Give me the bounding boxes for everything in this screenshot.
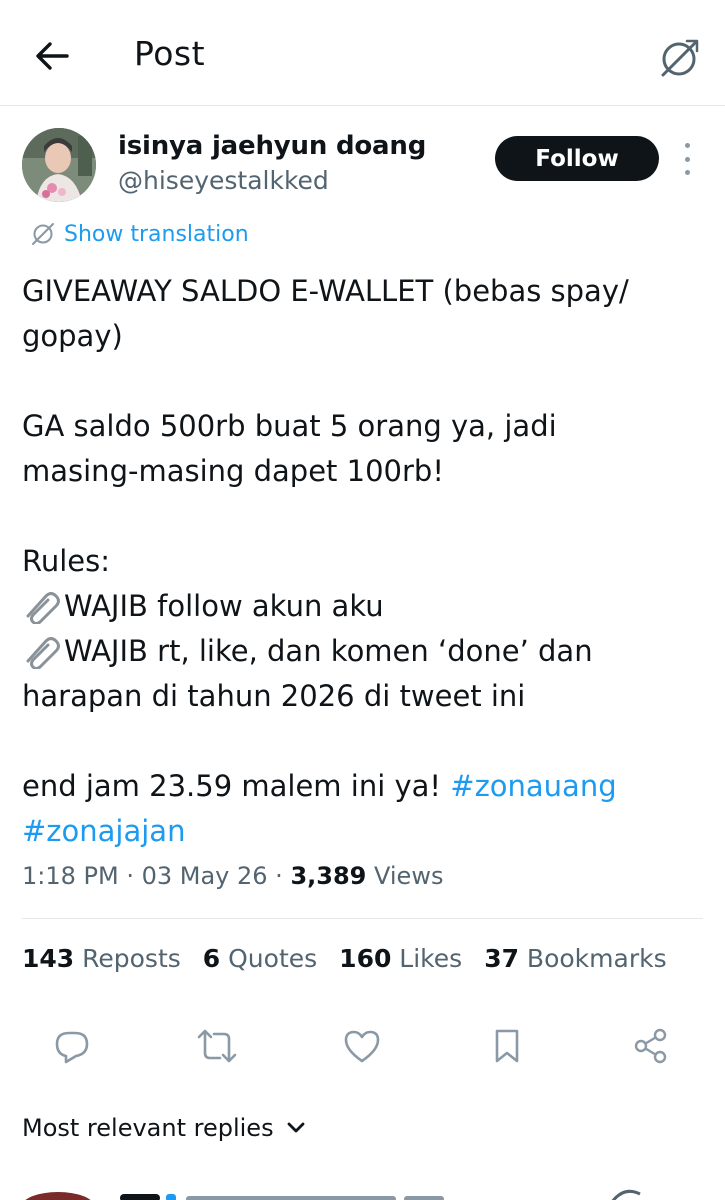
tweet-line: end jam 23.59 malem ini ya! #zonauang xyxy=(22,764,712,809)
more-vertical-icon xyxy=(684,143,690,148)
replies-sort-label: Most relevant replies xyxy=(22,1114,274,1142)
paperclip-icon xyxy=(26,637,60,669)
rule-line: WAJIB rt, like, dan komen ‘done’ dan xyxy=(22,629,712,674)
replies-sort-dropdown[interactable]: Most relevant replies xyxy=(22,1114,306,1142)
tweet-time[interactable]: 1:18 PM xyxy=(22,862,119,890)
show-translation-link[interactable]: Show translation xyxy=(30,218,249,250)
page-title: Post xyxy=(134,34,206,73)
reply-button[interactable] xyxy=(50,1024,94,1068)
tweet-line: Rules: xyxy=(22,544,111,578)
author-display-name[interactable]: isinya jaehyun doang xyxy=(118,131,426,161)
chevron-down-icon xyxy=(287,1122,304,1133)
author-handle[interactable]: @hiseyestalkked xyxy=(118,166,329,195)
repost-icon xyxy=(197,1029,237,1063)
more-vertical-icon-dot xyxy=(684,170,690,175)
tweet-line: gopay) xyxy=(22,319,123,353)
views-count: 3,389 xyxy=(290,862,367,890)
bookmark-button[interactable] xyxy=(485,1024,529,1068)
paperclip-icon xyxy=(26,592,60,624)
rule-line: WAJIB follow akun aku xyxy=(22,584,712,629)
grok-button[interactable] xyxy=(652,32,706,86)
action-bar xyxy=(0,1018,725,1074)
meta-separator: · xyxy=(118,862,142,890)
hashtag-link[interactable]: #zonauang xyxy=(450,769,616,803)
engagement-stats: 143 Reposts 6 Quotes 160 Likes 37 Bookma… xyxy=(22,944,689,973)
views-label: Views xyxy=(366,862,444,890)
tweet-end-text: end jam 23.59 malem ini ya! xyxy=(22,769,451,803)
tweet-line: GIVEAWAY SALDO E-WALLET (bebas spay/ xyxy=(22,274,629,308)
tweet-meta: 1:18 PM · 03 May 26 · 3,389 Views xyxy=(22,862,443,890)
avatar[interactable] xyxy=(22,128,96,202)
reply-icon xyxy=(55,1031,89,1064)
tweet-line: #zonajajan xyxy=(22,809,712,854)
back-button[interactable] xyxy=(30,36,74,76)
stat-bookmarks[interactable]: 37 Bookmarks xyxy=(484,944,666,973)
reply-avatar xyxy=(25,1189,641,1200)
tweet-date[interactable]: 03 May 26 xyxy=(142,862,268,890)
tweet-line: GA saldo 500rb buat 5 orang ya, jadi xyxy=(22,409,557,443)
avatar-image xyxy=(22,128,96,202)
hashtag-link[interactable]: #zonajajan xyxy=(22,814,185,848)
meta-separator: · xyxy=(267,862,291,890)
show-translation-label: Show translation xyxy=(64,221,249,247)
more-vertical-icon-dot xyxy=(684,156,690,162)
divider xyxy=(22,918,703,919)
rule-text: WAJIB follow akun aku xyxy=(64,589,384,623)
bookmark-icon xyxy=(495,1029,519,1063)
stat-reposts[interactable]: 143 Reposts xyxy=(22,944,181,973)
follow-button[interactable]: Follow xyxy=(495,136,659,181)
share-icon xyxy=(634,1028,667,1064)
repost-button[interactable] xyxy=(195,1024,239,1068)
next-reply-partial xyxy=(0,1184,725,1200)
more-options-button[interactable] xyxy=(674,143,700,175)
grok-icon xyxy=(32,223,54,245)
heart-icon xyxy=(344,1030,380,1063)
tweet-text: GIVEAWAY SALDO E-WALLET (bebas spay/ gop… xyxy=(22,269,712,854)
stat-quotes[interactable]: 6 Quotes xyxy=(203,944,317,973)
arrow-left-icon xyxy=(36,42,69,70)
rule-text: WAJIB rt, like, dan komen ‘done’ dan xyxy=(64,634,593,668)
like-button[interactable] xyxy=(340,1024,384,1068)
tweet-line: masing-masing dapet 100rb! xyxy=(22,454,444,488)
top-bar: Post xyxy=(0,0,725,106)
grok-icon xyxy=(661,39,699,77)
stat-likes[interactable]: 160 Likes xyxy=(339,944,462,973)
share-button[interactable] xyxy=(629,1024,673,1068)
tweet-line: harapan di tahun 2026 di tweet ini xyxy=(22,679,526,713)
